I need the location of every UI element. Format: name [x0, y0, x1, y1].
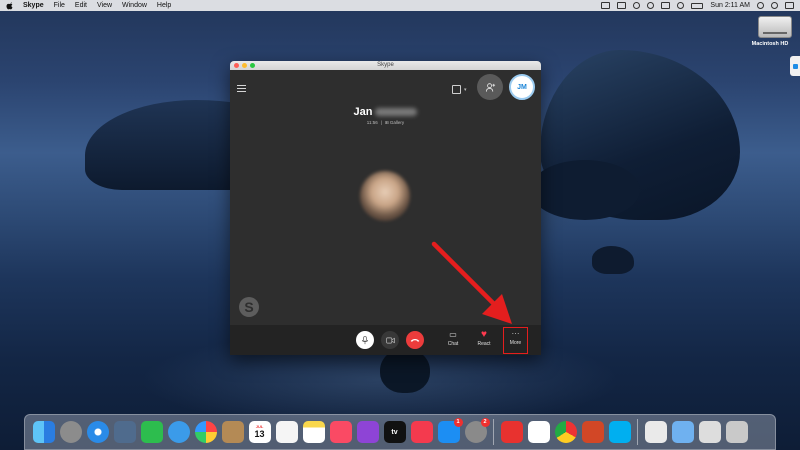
chrome-icon[interactable] — [554, 421, 577, 443]
hamburger-menu-icon[interactable] — [237, 85, 246, 92]
react-button[interactable]: ♥ React — [470, 329, 498, 353]
microphone-button[interactable] — [356, 331, 374, 349]
caller-name: Jan — [353, 106, 373, 118]
menu-edit[interactable]: Edit — [75, 2, 87, 9]
video-toggle-button[interactable] — [381, 331, 399, 349]
more-button-label: More — [509, 340, 522, 346]
teamviewer-side-tab[interactable] — [790, 56, 800, 76]
teamviewer-icon[interactable] — [527, 421, 550, 443]
menu-window[interactable]: Window — [122, 2, 147, 9]
menubar-clock[interactable]: Sun 2:11 AM — [710, 2, 750, 9]
podcasts-icon[interactable] — [356, 421, 379, 443]
siri-icon[interactable] — [771, 2, 778, 9]
phone-hangup-icon — [410, 339, 420, 342]
annotation-arrow-icon — [431, 241, 512, 324]
reminders-icon[interactable] — [275, 421, 298, 443]
macintosh-hd-icon[interactable] — [758, 16, 792, 38]
contacts-icon[interactable] — [221, 421, 244, 443]
app-store-icon[interactable]: 1 — [437, 418, 463, 443]
wifi-icon[interactable] — [647, 2, 655, 9]
chat-button-label: Chat — [447, 341, 459, 347]
battery-icon[interactable] — [691, 2, 704, 9]
system-preferences-badge: 2 — [480, 418, 490, 427]
preview-icon[interactable] — [113, 421, 136, 443]
teamviewer-status-icon[interactable] — [617, 2, 627, 9]
status-menus: Sun 2:11 AM — [601, 2, 794, 9]
self-avatar[interactable]: JM — [509, 74, 535, 100]
video-camera-icon — [385, 337, 395, 343]
caller-surname-redacted — [375, 108, 418, 116]
chat-button[interactable]: ▭ Chat — [439, 329, 467, 353]
window-titlebar[interactable]: Skype — [230, 61, 541, 70]
wallpaper-island-right-low — [530, 160, 640, 220]
skype-logo-icon: S — [239, 297, 259, 317]
apple-icon[interactable] — [6, 1, 13, 10]
safari-icon[interactable] — [86, 421, 109, 443]
screen-share-icon[interactable] — [452, 85, 461, 94]
window-title: Skype — [377, 62, 394, 68]
airplay-icon[interactable] — [661, 2, 671, 9]
chevron-down-icon[interactable]: ▾ — [464, 87, 467, 93]
dock-separator — [637, 419, 638, 445]
menu-bar: Skype File Edit View Window Help Sun 2:1… — [0, 0, 800, 11]
menu-app-skype[interactable]: Skype — [23, 2, 44, 9]
trash-icon[interactable] — [725, 421, 748, 443]
system-preferences-icon[interactable]: 2 — [464, 418, 490, 443]
dock-separator — [493, 419, 494, 445]
react-button-label: React — [477, 341, 491, 347]
news-icon[interactable] — [410, 421, 433, 443]
menu-file[interactable]: File — [54, 2, 65, 9]
downloads-stack-icon[interactable] — [644, 421, 667, 443]
spotlight-search-icon[interactable] — [757, 2, 764, 9]
timemachine-icon[interactable] — [633, 2, 641, 9]
teamviewer-tab-icon — [792, 63, 798, 69]
powerpoint-icon[interactable] — [581, 421, 604, 443]
gallery-view-toggle[interactable]: ⊞ Gallery — [385, 120, 404, 126]
app-store-badge: 1 — [453, 418, 463, 427]
calendar-day: 13 — [254, 429, 265, 439]
call-info-separator: | — [380, 120, 382, 125]
apple-tv-icon[interactable]: tv — [383, 421, 406, 443]
caller-name-row: Jan — [230, 106, 541, 118]
photos-icon[interactable] — [194, 421, 217, 443]
apple-tv-label: tv — [391, 428, 398, 436]
anydesk-icon[interactable] — [500, 421, 523, 443]
microphone-icon — [361, 335, 369, 344]
messages-icon[interactable] — [167, 421, 190, 443]
skype-status-icon[interactable] — [601, 2, 611, 9]
finder-icon[interactable] — [32, 421, 55, 443]
facetime-icon[interactable] — [140, 421, 163, 443]
wallpaper-rock — [592, 246, 634, 274]
volume-icon[interactable] — [677, 2, 685, 9]
add-person-icon — [485, 82, 495, 92]
call-info: 11:56 | ⊞ Gallery — [230, 120, 541, 126]
caller-video-feed — [360, 171, 410, 221]
add-participant-button[interactable] — [477, 74, 503, 100]
menu-view[interactable]: View — [97, 2, 112, 9]
menu-help[interactable]: Help — [157, 2, 171, 9]
calendar-icon[interactable]: JUL 13 — [248, 421, 271, 443]
folder-icon[interactable] — [671, 421, 694, 443]
music-icon[interactable] — [329, 421, 352, 443]
call-duration: 11:56 — [366, 120, 378, 125]
hang-up-button[interactable] — [406, 331, 424, 349]
dock: JUL 13 tv 1 2 — [24, 414, 776, 450]
notes-icon[interactable] — [302, 421, 325, 443]
screenshot-stack-icon[interactable] — [698, 421, 721, 443]
notification-center-icon[interactable] — [785, 2, 794, 9]
skype-dock-icon[interactable] — [608, 421, 631, 443]
launchpad-icon[interactable] — [59, 421, 82, 443]
macintosh-hd-label: Macintosh HD — [751, 41, 789, 47]
